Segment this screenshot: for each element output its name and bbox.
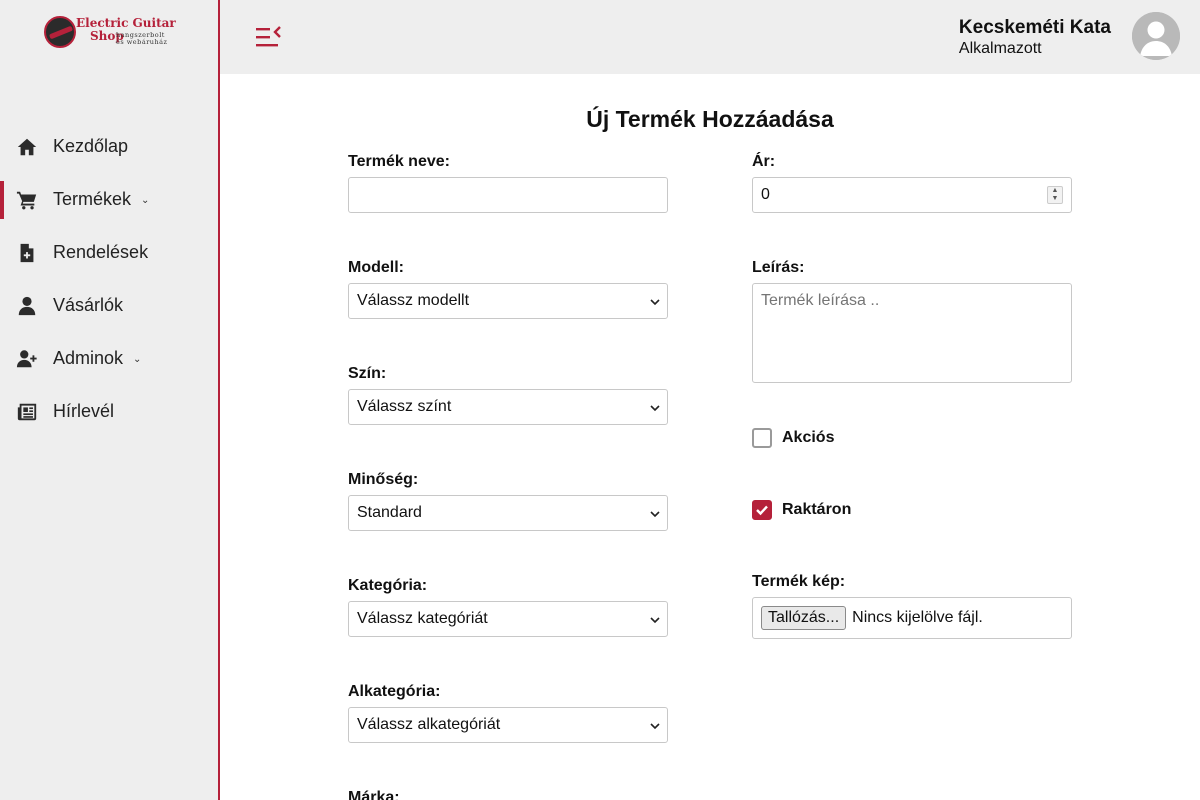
sidebar-item-termekek[interactable]: Termékek ⌄ [0,173,218,226]
guitar-logo-icon [44,16,76,48]
chevron-down-icon [649,401,661,413]
sidebar-toggle-icon[interactable] [254,24,284,50]
quality-field: Minőség: Standard [348,471,668,531]
on-sale-label: Akciós [782,429,835,446]
chevron-down-icon [649,613,661,625]
browse-button[interactable]: Tallózás... [761,606,847,630]
sidebar-item-rendelesek[interactable]: Rendelések [0,226,218,279]
product-name-field: Termék neve: [348,153,668,213]
category-label: Kategória: [348,577,428,594]
product-image-field: Termék kép: Tallózás... Nincs kijelölve … [752,573,1072,639]
user-avatar-icon [1132,12,1180,60]
sidebar-item-adminok[interactable]: Adminok ⌄ [0,332,218,385]
sidebar-item-label: Adminok [53,348,124,368]
color-label: Szín: [348,365,387,382]
price-field: Ár: 0 ▲ ▼ [752,153,1072,213]
color-field: Szín: Válassz színt [348,365,668,425]
model-select[interactable]: Válassz modellt [348,283,668,319]
chevron-down-icon: ⌄ [141,195,150,206]
in-stock-checkbox-row[interactable]: Raktáron [752,500,851,520]
category-select[interactable]: Válassz kategóriát [348,601,668,637]
number-spinner[interactable]: ▲ ▼ [1047,186,1063,204]
color-select-value: Válassz színt [357,398,452,415]
model-select-value: Válassz modellt [357,292,470,309]
subcategory-label: Alkategória: [348,683,441,700]
sidebar-item-label: Rendelések [53,242,149,262]
in-stock-label: Raktáron [782,501,852,518]
chevron-up-icon[interactable]: ▲ [1048,187,1062,195]
subcategory-select-value: Válassz alkategóriát [357,716,501,733]
checkmark-icon [756,505,768,516]
sidebar-item-vasarlok[interactable]: Vásárlók [0,279,218,332]
product-name-input[interactable] [348,177,668,213]
user-info: Kecskeméti Kata Alkalmazott [959,17,1111,58]
product-name-label: Termék neve: [348,153,450,170]
product-image-label: Termék kép: [752,573,846,590]
category-field: Kategória: Válassz kategóriát [348,577,668,637]
sidebar-item-hirlevel[interactable]: Hírlevél [0,385,218,438]
quality-label: Minőség: [348,471,419,488]
chevron-down-icon [649,719,661,731]
description-label: Leírás: [752,259,805,276]
file-status: Nincs kijelölve fájl. [852,609,983,626]
sidebar-item-label: Kezdőlap [53,136,129,156]
description-textarea[interactable] [752,283,1072,383]
model-field: Modell: Válassz modellt [348,259,668,319]
in-stock-checkbox[interactable] [752,500,772,520]
avatar[interactable] [1132,12,1180,60]
subcategory-field: Alkategória: Válassz alkategóriát [348,683,668,743]
chevron-down-icon [649,507,661,519]
price-label: Ár: [752,153,776,170]
model-label: Modell: [348,259,404,276]
price-value: 0 [761,186,770,203]
page-title: Új Termék Hozzáadása [586,106,834,132]
file-plus-icon [16,242,38,264]
user-role: Alkalmazott [958,40,1042,57]
top-header: Kecskeméti Kata Alkalmazott [220,0,1200,74]
sidebar-item-label: Hírlevél [53,401,115,421]
price-input[interactable]: 0 ▲ ▼ [752,177,1072,213]
brand-field: Márka: [348,789,668,800]
category-select-value: Válassz kategóriát [357,610,488,627]
quality-select-value: Standard [357,504,422,521]
on-sale-checkbox[interactable] [752,428,772,448]
sidebar-nav: Kezdőlap Termékek ⌄ Rendelések Vásárlók [0,120,218,438]
shop-logo[interactable]: Electric Guitar Shop hangszerbolt és web… [42,14,182,50]
chevron-down-icon [649,295,661,307]
quality-select[interactable]: Standard [348,495,668,531]
newspaper-icon [16,401,38,423]
chevron-down-icon[interactable]: ▼ [1048,195,1062,203]
cart-icon [16,189,38,211]
subcategory-select[interactable]: Válassz alkategóriát [348,707,668,743]
home-icon [16,136,38,158]
brand-tagline-2: és webáruház [116,38,168,46]
user-plus-icon [16,348,38,370]
user-name: Kecskeméti Kata [958,17,1111,38]
on-sale-checkbox-row[interactable]: Akciós [752,428,834,448]
user-icon [16,295,38,317]
sidebar-item-label: Vásárlók [53,295,124,315]
sidebar-item-kezdolap[interactable]: Kezdőlap [0,120,218,173]
brand-label: Márka: [348,789,400,800]
file-input[interactable]: Tallózás... Nincs kijelölve fájl. [752,597,1072,639]
chevron-down-icon: ⌄ [133,354,142,365]
sidebar-item-label: Termékek [53,189,132,209]
description-field: Leírás: [752,259,1072,383]
sidebar: Electric Guitar Shop hangszerbolt és web… [0,0,220,800]
color-select[interactable]: Válassz színt [348,389,668,425]
